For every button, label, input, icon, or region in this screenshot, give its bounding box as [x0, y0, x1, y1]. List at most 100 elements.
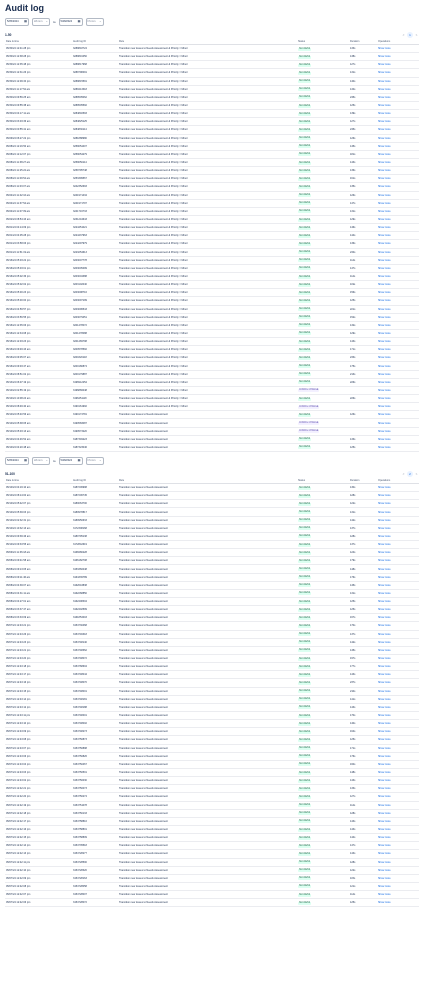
show-more-link[interactable]: Show more — [378, 202, 391, 205]
show-more-link[interactable]: Show more — [378, 373, 391, 376]
show-more-link[interactable]: Show more — [378, 348, 391, 351]
show-more-link[interactable]: Show more — [378, 706, 391, 709]
show-more-link[interactable]: Show more — [378, 551, 391, 554]
show-more-link[interactable]: Show more — [378, 283, 391, 286]
show-more-link[interactable]: Show more — [378, 828, 391, 831]
show-more-link[interactable]: Show more — [378, 291, 391, 294]
show-more-link[interactable]: Show more — [378, 633, 391, 636]
show-more-link[interactable]: Show more — [378, 234, 391, 237]
show-more-link[interactable]: Show more — [378, 210, 391, 213]
show-more-link[interactable]: Show more — [378, 698, 391, 701]
show-more-link[interactable]: Show more — [378, 592, 391, 595]
show-more-link[interactable]: Show more — [378, 584, 391, 587]
show-more-link[interactable]: Show more — [378, 381, 391, 384]
show-more-link[interactable]: Show more — [378, 275, 391, 278]
show-more-link[interactable]: Show more — [378, 681, 391, 684]
show-more-link[interactable]: Show more — [378, 365, 391, 368]
show-more-link[interactable]: Show more — [378, 795, 391, 798]
show-more-link[interactable]: Show more — [378, 397, 391, 400]
show-more-link[interactable]: Show more — [378, 267, 391, 270]
from-time-select[interactable]: Hh:mm ⌄ — [32, 456, 50, 465]
current-page[interactable]: 2 — [407, 471, 413, 478]
show-more-link[interactable]: Show more — [378, 836, 391, 839]
show-more-link[interactable]: Show more — [378, 502, 391, 505]
show-more-link[interactable]: Show more — [378, 47, 391, 50]
show-more-link[interactable]: Show more — [378, 332, 391, 335]
show-more-link[interactable]: Show more — [378, 128, 391, 131]
show-more-link[interactable]: Show more — [378, 568, 391, 571]
show-more-link[interactable]: Show more — [378, 446, 391, 449]
show-more-link[interactable]: Show more — [378, 218, 391, 221]
show-more-link[interactable]: Show more — [378, 161, 391, 164]
show-more-link[interactable]: Show more — [378, 820, 391, 823]
show-more-link[interactable]: Show more — [378, 185, 391, 188]
show-more-link[interactable]: Show more — [378, 340, 391, 343]
show-more-link[interactable]: Show more — [378, 194, 391, 197]
show-more-link[interactable]: Show more — [378, 389, 391, 392]
show-more-link[interactable]: Show more — [378, 430, 391, 433]
show-more-link[interactable]: Show more — [378, 308, 391, 311]
show-more-link[interactable]: Show more — [378, 901, 391, 904]
show-more-link[interactable]: Show more — [378, 177, 391, 180]
show-more-link[interactable]: Show more — [378, 869, 391, 872]
show-more-link[interactable]: Show more — [378, 755, 391, 758]
from-time-select[interactable]: Hh:mm ⌄ — [32, 17, 50, 26]
show-more-link[interactable]: Show more — [378, 80, 391, 83]
show-more-link[interactable]: Show more — [378, 104, 391, 107]
show-more-link[interactable]: Show more — [378, 771, 391, 774]
show-more-link[interactable]: Show more — [378, 722, 391, 725]
show-more-link[interactable]: Show more — [378, 486, 391, 489]
show-more-link[interactable]: Show more — [378, 112, 391, 115]
show-more-link[interactable]: Show more — [378, 763, 391, 766]
show-more-link[interactable]: Show more — [378, 71, 391, 74]
show-more-link[interactable]: Show more — [378, 608, 391, 611]
show-more-link[interactable]: Show more — [378, 812, 391, 815]
show-more-link[interactable]: Show more — [378, 747, 391, 750]
show-more-link[interactable]: Show more — [378, 316, 391, 319]
show-more-link[interactable]: Show more — [378, 527, 391, 530]
show-more-link[interactable]: Show more — [378, 153, 391, 156]
show-more-link[interactable]: Show more — [378, 137, 391, 140]
show-more-link[interactable]: Show more — [378, 877, 391, 880]
show-more-link[interactable]: Show more — [378, 494, 391, 497]
chevron-left-icon[interactable]: < — [401, 472, 406, 477]
show-more-link[interactable]: Show more — [378, 251, 391, 254]
show-more-link[interactable]: Show more — [378, 885, 391, 888]
show-more-link[interactable]: Show more — [378, 242, 391, 245]
show-more-link[interactable]: Show more — [378, 852, 391, 855]
to-date-picker[interactable]: 5/28/2024 ▦ — [58, 17, 83, 26]
show-more-link[interactable]: Show more — [378, 438, 391, 441]
show-more-link[interactable]: Show more — [378, 714, 391, 717]
show-more-link[interactable]: Show more — [378, 690, 391, 693]
show-more-link[interactable]: Show more — [378, 88, 391, 91]
show-more-link[interactable]: Show more — [378, 730, 391, 733]
show-more-link[interactable]: Show more — [378, 624, 391, 627]
show-more-link[interactable]: Show more — [378, 422, 391, 425]
show-more-link[interactable]: Show more — [378, 738, 391, 741]
show-more-link[interactable]: Show more — [378, 120, 391, 123]
show-more-link[interactable]: Show more — [378, 844, 391, 847]
to-date-picker[interactable]: 5/28/2024 ▦ — [58, 456, 83, 465]
show-more-link[interactable]: Show more — [378, 519, 391, 522]
to-time-select[interactable]: hh:mm ⌄ — [85, 456, 104, 465]
show-more-link[interactable]: Show more — [378, 413, 391, 416]
show-more-link[interactable]: Show more — [378, 576, 391, 579]
chevron-right-icon[interactable]: > — [414, 33, 419, 38]
show-more-link[interactable]: Show more — [378, 511, 391, 514]
to-time-select[interactable]: hh:mm ⌄ — [85, 17, 104, 26]
current-page[interactable]: 1 — [407, 32, 413, 38]
show-more-link[interactable]: Show more — [378, 600, 391, 603]
show-more-link[interactable]: Show more — [378, 55, 391, 58]
show-more-link[interactable]: Show more — [378, 356, 391, 359]
show-more-link[interactable]: Show more — [378, 673, 391, 676]
show-more-link[interactable]: Show more — [378, 559, 391, 562]
from-date-picker[interactable]: 5/05/2024 ▦ — [5, 456, 29, 465]
show-more-link[interactable]: Show more — [378, 259, 391, 262]
chevron-right-icon[interactable]: > — [414, 472, 419, 477]
show-more-link[interactable]: Show more — [378, 405, 391, 408]
show-more-link[interactable]: Show more — [378, 641, 391, 644]
show-more-link[interactable]: Show more — [378, 893, 391, 896]
show-more-link[interactable]: Show more — [378, 145, 391, 148]
show-more-link[interactable]: Show more — [378, 779, 391, 782]
chevron-left-icon[interactable]: < — [401, 33, 406, 38]
